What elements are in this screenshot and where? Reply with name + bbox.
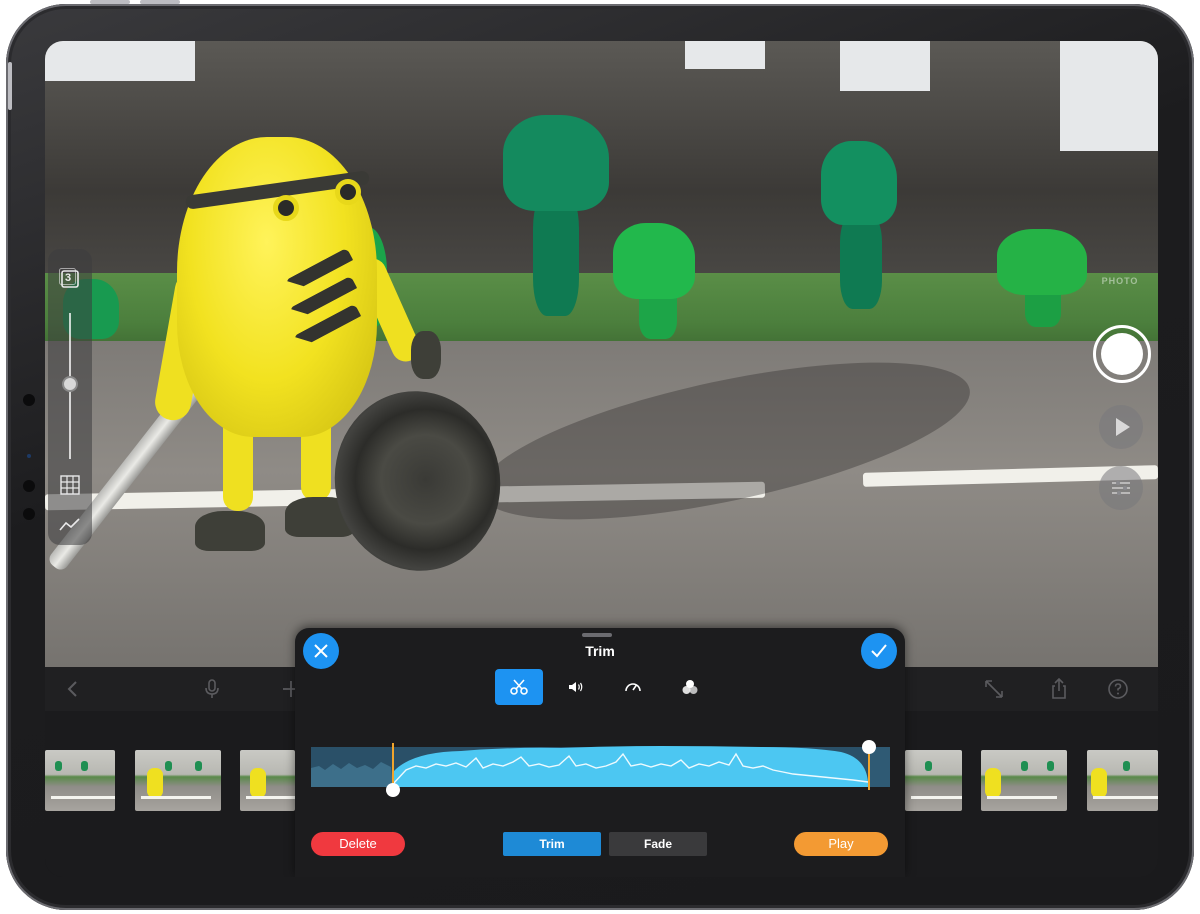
share-icon[interactable] [1047, 677, 1071, 701]
thumb-tree [55, 761, 62, 771]
camera-sensor [23, 480, 35, 492]
trim-start-handle[interactable] [386, 783, 400, 797]
camera-settings-button[interactable] [1099, 466, 1143, 510]
play-icon [1116, 418, 1130, 436]
thumb-road-line [911, 796, 962, 799]
thumb-road-line [246, 796, 295, 799]
thumb-road-line [987, 796, 1057, 799]
camera-sensor [23, 394, 35, 406]
clay-tree [821, 141, 897, 225]
volume-icon [569, 682, 583, 692]
microphone-icon[interactable] [200, 677, 224, 701]
opacity-slider-knob[interactable] [62, 376, 78, 392]
robot-hand [411, 331, 441, 379]
camera-sensor [23, 508, 35, 520]
trim-start-handle-line[interactable] [392, 743, 394, 788]
fade-segment[interactable]: Fade [609, 832, 707, 856]
frame-thumbnail[interactable] [135, 750, 221, 811]
trim-segment[interactable]: Trim [503, 832, 601, 856]
clay-tree [613, 223, 695, 299]
thumb-road-line [141, 796, 211, 799]
shutter-button-inner [1101, 333, 1143, 375]
clay-tree [997, 229, 1087, 295]
backdrop-sky [685, 41, 765, 69]
volume-tool-button[interactable] [552, 669, 600, 705]
thumb-tree [1047, 761, 1054, 771]
side-button [8, 62, 12, 110]
trim-tool-button[interactable] [495, 669, 543, 705]
help-icon[interactable] [1106, 677, 1130, 701]
backdrop-sky [840, 41, 930, 91]
panel-grabber[interactable] [582, 633, 612, 637]
camera-indicator [27, 454, 31, 458]
play-button[interactable]: Play [794, 832, 888, 856]
screen: 3 PHOTO Trim Delete Trim Fade Play [45, 41, 1158, 877]
scissors-icon [510, 679, 528, 695]
motion-graph-icon[interactable] [58, 513, 82, 537]
frame-thumbnail[interactable] [981, 750, 1067, 811]
frame-thumbnail[interactable] [905, 750, 962, 811]
thumb-robot [985, 768, 1001, 798]
confirm-button[interactable] [861, 633, 897, 669]
delete-button[interactable]: Delete [311, 832, 405, 856]
onion-skin-frames-icon[interactable]: 3 [58, 267, 82, 291]
tree-trunk [840, 213, 882, 309]
thumb-tree [1021, 761, 1028, 771]
thumb-tree [1123, 761, 1130, 771]
robot-foot [195, 511, 265, 551]
color-tool-button[interactable] [666, 669, 714, 705]
preview-play-button[interactable] [1099, 405, 1143, 449]
cancel-button[interactable] [303, 633, 339, 669]
checkmark-icon [871, 644, 887, 658]
thumb-tree [925, 761, 932, 771]
speed-gauge-icon [625, 683, 641, 692]
thumb-road-line [51, 796, 115, 799]
frame-thumbnail[interactable] [1087, 750, 1158, 811]
clay-tree [503, 115, 609, 211]
color-circles-icon [682, 680, 698, 694]
robot-eye [273, 195, 299, 221]
trim-end-handle[interactable] [862, 740, 876, 754]
sliders-icon [1112, 481, 1130, 495]
thumb-road-line [1093, 796, 1158, 799]
camera-viewfinder[interactable] [45, 41, 1158, 667]
capture-tools-panel: 3 [48, 249, 92, 545]
speed-tool-button[interactable] [609, 669, 657, 705]
expand-icon[interactable] [982, 677, 1006, 701]
frame-thumbnail[interactable] [45, 750, 115, 811]
thumb-robot [1091, 768, 1107, 798]
frame-counter: 3 [65, 272, 72, 284]
grid-overlay-icon[interactable] [58, 473, 82, 497]
robot-eye [335, 179, 361, 205]
panel-title: Trim [585, 643, 615, 659]
thumb-tree [195, 761, 202, 771]
frame-thumbnail[interactable] [240, 750, 295, 811]
thumb-robot [250, 768, 266, 798]
thumb-tree [165, 761, 172, 771]
shutter-button[interactable] [1093, 325, 1151, 383]
backdrop-sky [45, 41, 195, 81]
photo-mode-label[interactable]: PHOTO [1090, 276, 1150, 286]
close-icon [314, 644, 328, 658]
thumb-tree [81, 761, 88, 771]
backdrop-sky [1060, 41, 1158, 151]
back-chevron-icon[interactable] [61, 677, 85, 701]
thumb-robot [147, 768, 163, 798]
